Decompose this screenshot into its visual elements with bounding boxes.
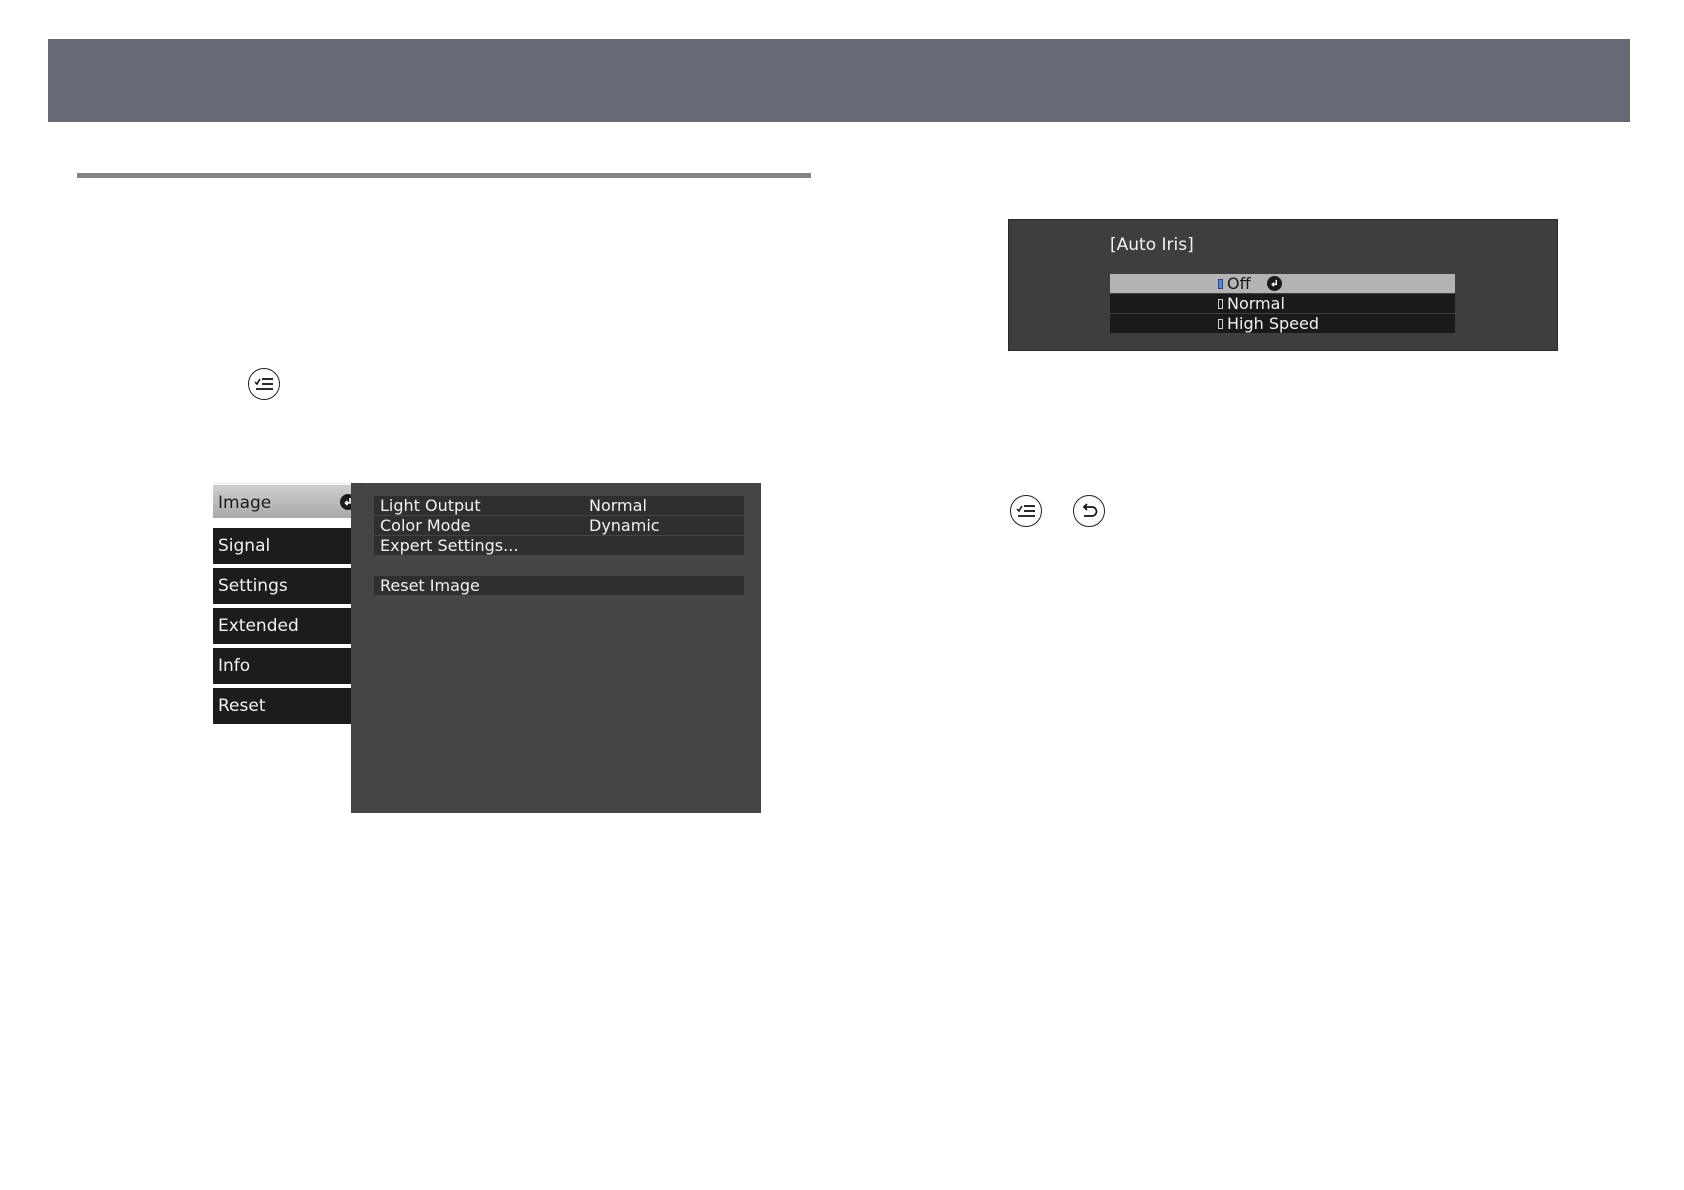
menu-icon [1016,505,1035,517]
menu-row-reset-image[interactable]: Reset Image [374,576,744,595]
auto-iris-dialog: [Auto Iris] Off Normal High Speed [1009,220,1557,350]
tab-signal[interactable]: Signal [213,528,351,564]
row-label: Reset Image [380,576,480,595]
row-label: Light Output [380,496,481,515]
menu-content-panel: Light Output Normal Color Mode Dynamic E… [351,483,761,813]
menu-button[interactable] [1010,495,1042,527]
tab-label: Info [218,656,251,676]
row-label: Color Mode [380,516,471,535]
tab-extended[interactable]: Extended [213,608,351,644]
option-high-speed[interactable]: High Speed [1110,314,1455,333]
menu-icon [254,378,273,390]
menu-button[interactable] [248,368,280,400]
tab-label: Signal [218,536,271,556]
tab-label: Settings [218,576,288,596]
section-rule [77,173,811,178]
tab-label: Reset [218,696,266,716]
option-off[interactable]: Off [1110,274,1455,293]
osd-menu: Image Signal Settings Extended Info Rese… [213,482,761,813]
dialog-title: [Auto Iris] [1110,235,1194,255]
row-value: Normal [589,496,647,515]
row-value: Dynamic [589,516,660,535]
radio-icon [1218,318,1223,329]
option-label: Off [1227,274,1251,293]
tab-label: Extended [218,616,299,636]
option-normal[interactable]: Normal [1110,294,1455,313]
tab-image[interactable]: Image [213,482,362,518]
option-label: High Speed [1227,314,1320,333]
row-label: Expert Settings... [380,536,519,555]
tab-label: Image [218,493,272,513]
radio-icon [1218,278,1223,289]
tab-reset[interactable]: Reset [213,688,351,724]
back-button[interactable] [1073,495,1105,527]
top-banner [48,39,1630,122]
tab-settings[interactable]: Settings [213,568,351,604]
radio-icon [1218,298,1223,309]
menu-row-color-mode[interactable]: Color Mode Dynamic [374,516,744,535]
menu-row-expert-settings[interactable]: Expert Settings... [374,536,744,555]
menu-row-light-output[interactable]: Light Output Normal [374,496,744,515]
back-icon [1082,503,1098,517]
option-label: Normal [1227,294,1285,313]
enter-icon [1266,276,1282,291]
tab-info[interactable]: Info [213,648,351,684]
